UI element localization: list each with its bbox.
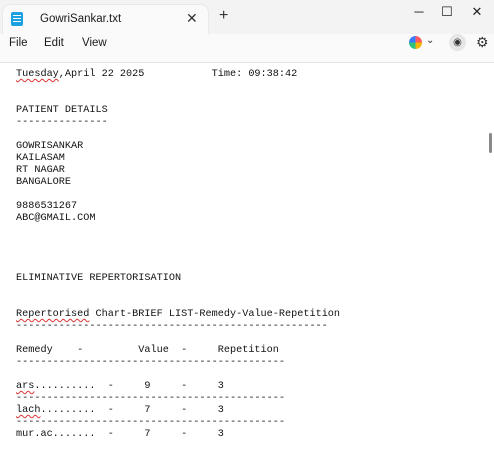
text-line: ABC@GMAIL.COM [16, 213, 340, 225]
text-line [16, 237, 340, 249]
text-line: ----------------------------------------… [16, 417, 340, 429]
text-line: Tuesday,April 22 2025 Time: 09:38:42 [16, 69, 340, 81]
text-segment: KAILASAM [16, 153, 65, 164]
text-editor[interactable]: Tuesday,April 22 2025 Time: 09:38:42 PATI… [0, 62, 494, 450]
text-line: KAILASAM [16, 153, 340, 165]
text-segment: ,April 22 2025 Time: 09:38:42 [58, 69, 298, 80]
text-line: Repertorised Chart-BRIEF LIST-Remedy-Val… [16, 309, 340, 321]
text-segment: mur.ac....... - 7 - 3 [16, 429, 224, 440]
misspelled-word: Repertorised [16, 309, 90, 320]
copilot-icon[interactable] [409, 36, 422, 49]
text-segment: BANGALORE [16, 177, 72, 188]
scrollbar[interactable] [489, 133, 492, 153]
text-line [16, 225, 340, 237]
text-segment: RT NAGAR [16, 165, 65, 176]
text-line [16, 297, 340, 309]
text-segment: ----------------------------------------… [16, 357, 285, 368]
text-line [16, 129, 340, 141]
text-line: --------------- [16, 117, 340, 129]
misspelled-word: lach [16, 405, 41, 416]
text-line: 9886531267 [16, 201, 340, 213]
gear-icon[interactable]: ⚙ [476, 34, 489, 51]
text-line: lach......... - 7 - 3 [16, 405, 340, 417]
text-line: GOWRISANKAR [16, 141, 340, 153]
tab-title: GowriSankar.txt [40, 13, 122, 25]
text-line: RT NAGAR [16, 165, 340, 177]
misspelled-word: Tuesday [16, 69, 59, 80]
menu-edit[interactable]: Edit [44, 37, 64, 49]
text-line: ars.......... - 9 - 3 [16, 381, 340, 393]
text-line: ----------------------------------------… [16, 393, 340, 405]
text-line [16, 333, 340, 345]
text-segment: ----------------------------------------… [16, 321, 328, 332]
text-segment: ......... - 7 - 3 [40, 405, 224, 416]
text-segment: Chart-BRIEF LIST-Remedy-Value-Repetition [89, 309, 341, 320]
text-line [16, 93, 340, 105]
text-line: ----------------------------------------… [16, 357, 340, 369]
text-segment: .......... - 9 - 3 [34, 381, 224, 392]
text-segment: GOWRISANKAR [16, 141, 84, 152]
text-line: PATIENT DETAILS [16, 105, 340, 117]
plus-icon[interactable]: + [219, 8, 228, 24]
chevron-down-icon[interactable]: ⌄ [426, 35, 434, 46]
text-line [16, 261, 340, 273]
title-bar: GowriSankar.txt ✕ + ─ ☐ ✕ [0, 0, 494, 34]
text-segment: ----------------------------------------… [16, 393, 285, 404]
menu-view[interactable]: View [82, 37, 107, 49]
minimize-icon[interactable]: ─ [404, 4, 434, 22]
menu-file[interactable]: File [9, 37, 28, 49]
text-line: ----------------------------------------… [16, 321, 340, 333]
text-segment: Remedy - Value - Repetition [16, 345, 279, 356]
text-line: ELIMINATIVE REPERTORISATION [16, 273, 340, 285]
text-line [16, 189, 340, 201]
text-line: BANGALORE [16, 177, 340, 189]
menu-bar: File Edit View ⌄ ◉ ⚙ [0, 34, 494, 62]
text-segment: ----------------------------------------… [16, 417, 285, 428]
text-segment: PATIENT DETAILS [16, 105, 108, 116]
text-segment: 9886531267 [16, 201, 78, 212]
notepad-icon [11, 12, 23, 26]
close-icon[interactable]: ✕ [186, 10, 198, 27]
misspelled-word: ars [16, 381, 35, 392]
text-segment: ABC@GMAIL.COM [16, 213, 96, 224]
account-icon[interactable]: ◉ [449, 34, 466, 51]
maximize-icon[interactable]: ☐ [432, 4, 462, 22]
text-segment: ELIMINATIVE REPERTORISATION [16, 273, 182, 284]
tab-gowrisankar[interactable]: GowriSankar.txt ✕ [3, 5, 208, 34]
document-text[interactable]: Tuesday,April 22 2025 Time: 09:38:42 PATI… [16, 69, 340, 441]
text-line [16, 81, 340, 93]
text-line [16, 249, 340, 261]
text-line [16, 285, 340, 297]
text-segment: --------------- [16, 117, 108, 128]
text-line: Remedy - Value - Repetition [16, 345, 340, 357]
text-line [16, 369, 340, 381]
text-line: mur.ac....... - 7 - 3 [16, 429, 340, 441]
close-icon[interactable]: ✕ [462, 4, 492, 22]
